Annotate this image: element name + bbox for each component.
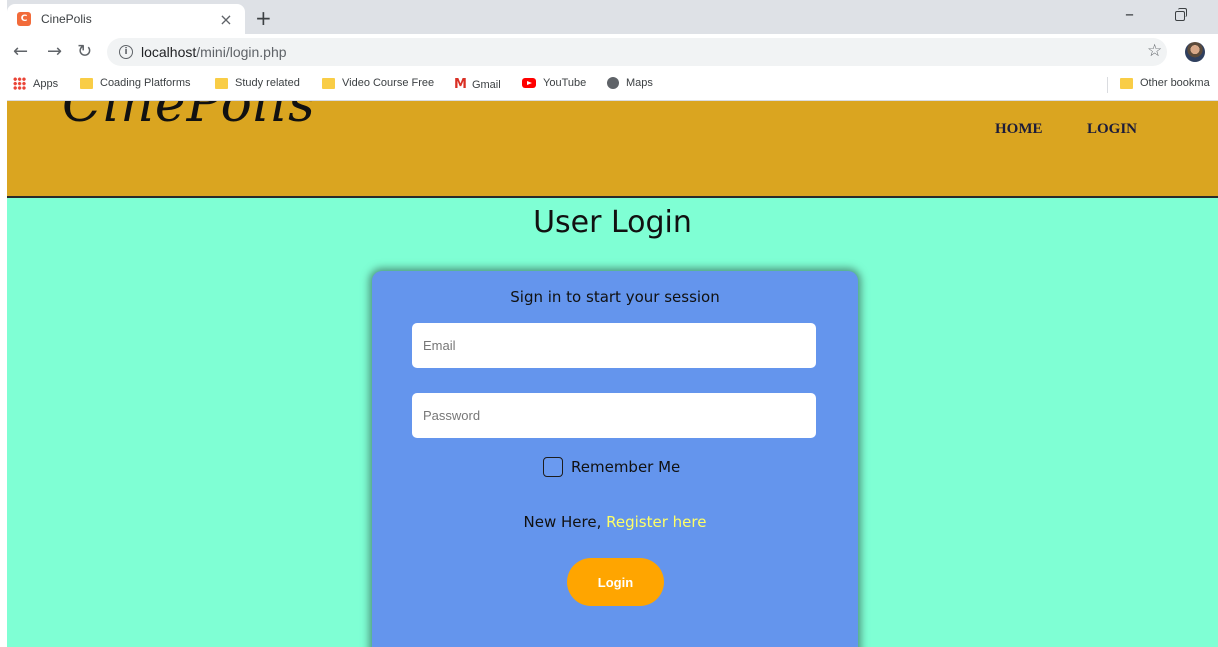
new-tab-button[interactable]: + — [255, 6, 272, 30]
apps-grid-icon — [13, 77, 26, 90]
password-field[interactable] — [412, 393, 816, 438]
bookmark-maps[interactable]: Maps — [607, 77, 653, 89]
nav-login-link[interactable]: LOGIN — [1087, 121, 1137, 138]
maps-icon — [607, 77, 619, 89]
bookmark-label: Gmail — [471, 78, 501, 91]
folder-icon — [1120, 77, 1133, 89]
youtube-icon — [522, 78, 536, 88]
bookmark-coading-platforms[interactable]: Coading Platforms — [80, 77, 191, 89]
cinepolis-favicon-icon: C — [17, 12, 31, 26]
folder-icon — [80, 77, 93, 89]
brand-logo[interactable]: CinePolis — [62, 101, 316, 134]
remember-me[interactable]: Remember Me — [543, 457, 680, 477]
register-prefix: New Here, — [523, 513, 602, 531]
bookmark-star-icon[interactable]: ☆ — [1147, 41, 1162, 61]
profile-avatar[interactable] — [1185, 42, 1205, 62]
remember-me-checkbox[interactable] — [543, 457, 563, 477]
folder-icon — [322, 77, 335, 89]
bookmark-video-course-free[interactable]: Video Course Free — [322, 77, 434, 89]
minimize-window-icon[interactable]: – — [1125, 4, 1134, 25]
browser-tab[interactable]: C CinePolis × — [7, 4, 245, 34]
bookmark-label: Other bookma — [1140, 77, 1210, 89]
bookmark-apps[interactable]: Apps — [13, 77, 58, 90]
forward-arrow-icon[interactable]: → — [47, 41, 62, 62]
bookmark-study-related[interactable]: Study related — [215, 77, 300, 89]
bookmark-label: Coading Platforms — [100, 77, 191, 89]
nav-home-link[interactable]: HOME — [995, 121, 1043, 138]
login-button[interactable]: Login — [567, 558, 664, 606]
register-prompt: New Here, Register here — [372, 513, 858, 531]
tab-title: CinePolis — [41, 12, 92, 26]
bookmark-gmail[interactable]: M Gmail — [454, 77, 501, 92]
page-viewport: CinePolis HOME LOGIN User Login Sign in … — [7, 101, 1218, 647]
url-path: /mini/login.php — [196, 44, 287, 60]
url-host: localhost — [141, 44, 197, 60]
gmail-icon: M — [454, 77, 467, 92]
address-bar[interactable]: i localhost/mini/login.php — [107, 38, 1167, 66]
bookmark-label: Apps — [33, 77, 59, 90]
bookmark-other-bookmarks[interactable]: Other bookma — [1120, 77, 1210, 89]
folder-icon — [215, 77, 228, 89]
back-arrow-icon[interactable]: ← — [13, 41, 28, 62]
register-link[interactable]: Register here — [606, 513, 706, 531]
restore-window-icon[interactable] — [1175, 8, 1187, 21]
bookmarks-bar: Apps Coading Platforms Study related Vid… — [7, 70, 1218, 101]
reload-icon[interactable]: ↻ — [77, 41, 92, 62]
url-text: localhost/mini/login.php — [141, 44, 287, 60]
tab-strip: C CinePolis × + – — [7, 0, 1218, 34]
browser-window: C CinePolis × + – ← → ↻ i localhost/mini… — [7, 0, 1218, 647]
login-card: Sign in to start your session Remember M… — [372, 271, 858, 647]
page-title: User Login — [533, 205, 692, 240]
bookmark-label: Video Course Free — [342, 77, 435, 89]
email-field[interactable] — [412, 323, 816, 368]
bookmarks-divider — [1107, 77, 1108, 93]
bookmark-label: Maps — [626, 77, 653, 89]
close-tab-icon[interactable]: × — [217, 10, 235, 29]
login-subtitle: Sign in to start your session — [510, 288, 720, 306]
bookmark-label: YouTube — [543, 77, 587, 89]
info-icon[interactable]: i — [119, 45, 133, 59]
browser-toolbar: ← → ↻ i localhost/mini/login.php ☆ — [7, 34, 1218, 70]
remember-me-label: Remember Me — [571, 458, 681, 476]
bookmark-label: Study related — [235, 77, 300, 89]
bookmark-youtube[interactable]: YouTube — [522, 77, 586, 89]
site-header: CinePolis HOME LOGIN — [7, 101, 1218, 198]
